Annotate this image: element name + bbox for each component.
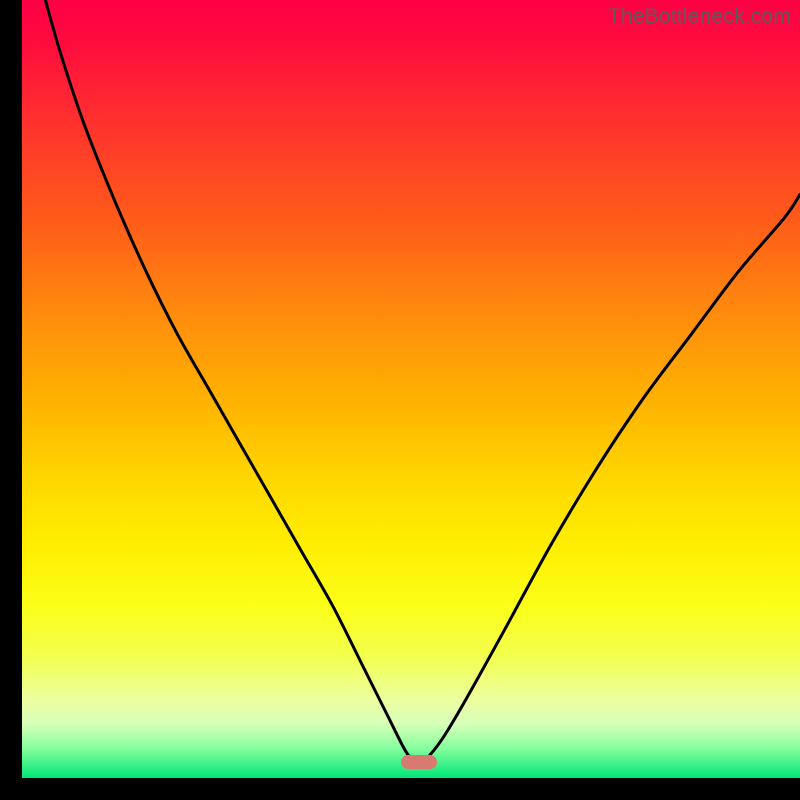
- minimum-marker: [401, 755, 437, 769]
- bottleneck-curve: [45, 0, 800, 762]
- plot-area: [22, 0, 800, 778]
- chart-stage: TheBottleneck.com: [0, 0, 800, 800]
- attribution-text: TheBottleneck.com: [608, 5, 791, 29]
- curve-svg: [22, 0, 800, 778]
